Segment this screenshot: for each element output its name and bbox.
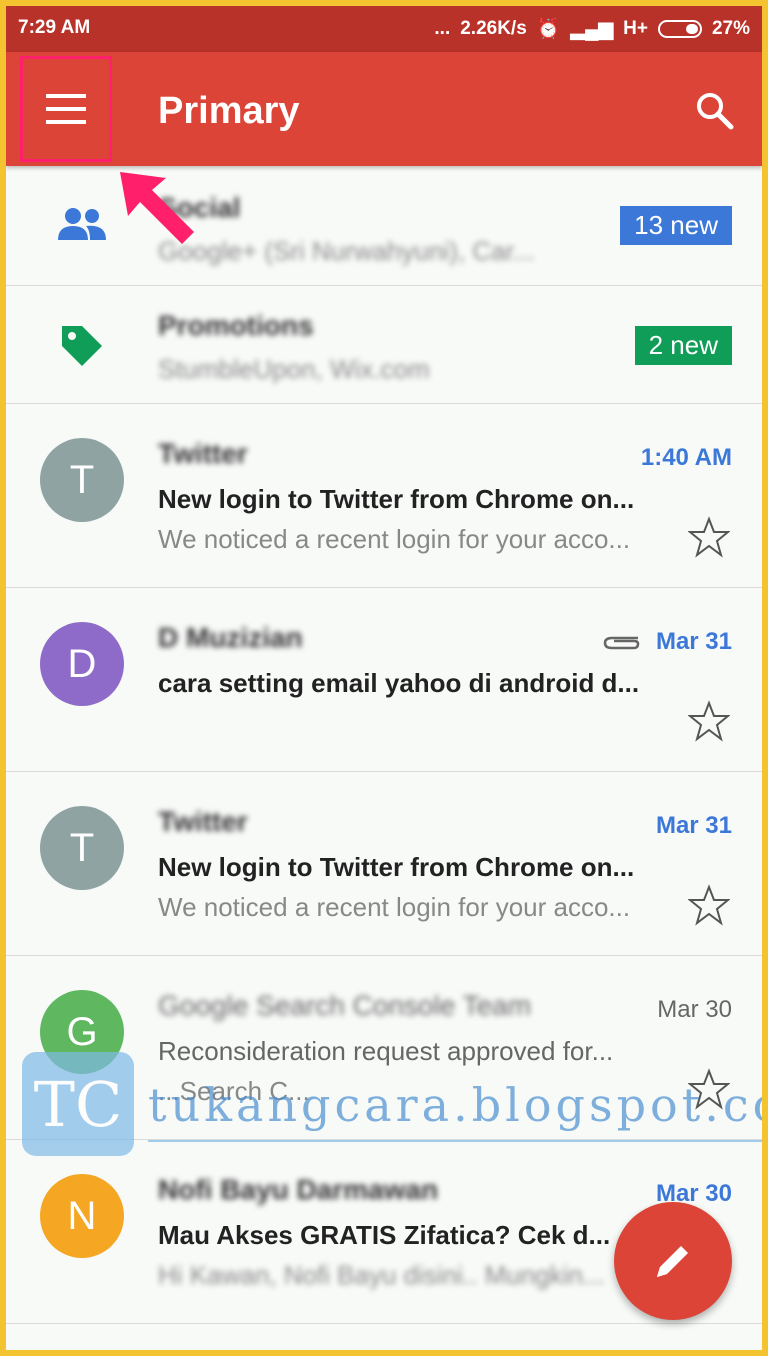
category-senders: Google+ (Sri Nurwahyuni), Car... [158, 236, 535, 266]
email-sender: D Muzizian [158, 622, 303, 653]
email-snippet: We noticed a recent login for your acco.… [158, 524, 631, 554]
email-date: Mar 31 [655, 812, 732, 839]
email-sender: Google Search Console Team [158, 990, 532, 1021]
email-subject: New login to Twitter from Chrome on... [158, 484, 635, 514]
status-right: ... 2.26K/s ⏰ ▂▄▆ H+ 27% [434, 17, 750, 41]
email-snippet: We noticed a recent login for your acco.… [158, 892, 631, 922]
tag-icon [62, 326, 102, 366]
category-promotions[interactable]: Promotions StumbleUpon, Wix.com 2 new [6, 286, 762, 404]
star-icon[interactable] [688, 700, 730, 742]
menu-button[interactable] [20, 56, 112, 162]
category-name: Promotions [158, 310, 314, 341]
status-speed: 2.26K/s [460, 18, 527, 39]
compose-button[interactable] [614, 1202, 732, 1320]
status-bar: 7:29 AM ... 2.26K/s ⏰ ▂▄▆ H+ 27% [6, 6, 762, 52]
email-date: Mar 30 [657, 996, 732, 1023]
watermark: TC tukangcara.blogspot.com [16, 1048, 762, 1158]
watermark-text: tukangcara.blogspot.com [148, 1078, 762, 1132]
email-snippet: Hi Kawan, Nofi Bayu disini.. Mungkin... [158, 1260, 605, 1290]
signal-icon: ▂▄▆ [570, 18, 614, 40]
page-title: Primary [158, 90, 300, 132]
pencil-icon [657, 1246, 688, 1277]
email-subject: cara setting email yahoo di android d... [158, 668, 640, 698]
avatar[interactable]: N [40, 1174, 124, 1258]
phone-screen: 7:29 AM ... 2.26K/s ⏰ ▂▄▆ H+ 27% Primary [6, 6, 762, 1350]
pointer-arrow [120, 172, 194, 244]
watermark-logo: TC [22, 1052, 134, 1156]
status-network: H+ [623, 18, 648, 39]
new-count-badge: 2 new [634, 326, 732, 365]
avatar[interactable]: T [40, 806, 124, 890]
star-icon[interactable] [688, 884, 730, 926]
app-bar: Primary [6, 52, 762, 166]
menu-icon-bar [46, 94, 86, 98]
search-icon[interactable] [694, 90, 734, 130]
menu-icon-bar [46, 107, 86, 111]
email-row[interactable]: D D Muzizian Mar 31 cara setting email y… [6, 588, 762, 772]
email-row[interactable]: T Twitter 1:40 AM New login to Twitter f… [6, 404, 762, 588]
status-dots: ... [434, 18, 451, 39]
star-icon[interactable] [688, 516, 730, 558]
email-subject: Mau Akses GRATIS Zifatica? Cek d... [158, 1220, 611, 1250]
people-icon [58, 208, 106, 240]
email-subject: New login to Twitter from Chrome on... [158, 852, 635, 882]
email-date: 1:40 AM [640, 444, 732, 471]
new-count-badge: 13 new [620, 206, 732, 245]
email-sender: Twitter [158, 438, 248, 469]
status-battery: 27% [711, 18, 750, 39]
battery-icon [657, 20, 702, 38]
status-time: 7:29 AM [18, 17, 91, 38]
alarm-icon: ⏰ [536, 19, 561, 40]
category-senders: StumbleUpon, Wix.com [158, 354, 430, 384]
email-date: Mar 31 [655, 628, 732, 655]
avatar[interactable]: T [40, 438, 124, 522]
avatar[interactable]: D [40, 622, 124, 706]
email-row[interactable]: T Twitter Mar 31 New login to Twitter fr… [6, 772, 762, 956]
email-sender: Twitter [158, 806, 248, 837]
watermark-underline [148, 1140, 762, 1142]
attachment-icon [603, 636, 640, 650]
menu-icon-bar [46, 120, 86, 124]
email-sender: Nofi Bayu Darmawan [158, 1174, 439, 1205]
